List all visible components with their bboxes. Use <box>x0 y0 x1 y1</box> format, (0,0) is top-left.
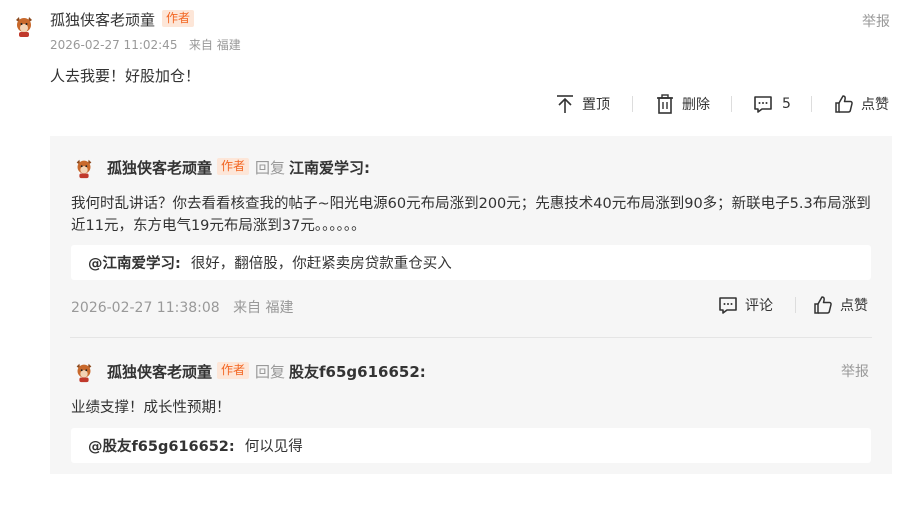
reply-target[interactable]: 股友f65g616652: <box>289 361 426 382</box>
quoted-text: 很好，翻倍股，你赶紧卖房贷款重仓买入 <box>190 256 452 272</box>
reply-like-label: 点赞 <box>840 298 868 314</box>
avatar-icon <box>72 156 96 180</box>
avatar[interactable] <box>72 156 96 180</box>
reply-username[interactable]: 孤独侠客老顽童 <box>107 157 212 178</box>
reply-like-button[interactable]: 点赞 <box>813 295 868 315</box>
like-label: 点赞 <box>861 97 889 113</box>
post-location: 来自 福建 <box>188 38 241 52</box>
divider <box>632 96 633 112</box>
reply-timestamp: 2026-02-27 11:38:08 来自 福建 <box>71 300 294 316</box>
comment-icon <box>754 96 772 113</box>
like-button[interactable]: 点赞 <box>834 94 889 114</box>
comment-count: 5 <box>782 96 791 112</box>
pin-to-top-icon <box>557 95 573 113</box>
quoted-comment: @江南爱学习: 很好，翻倍股，你赶紧卖房贷款重仓买入 <box>71 245 871 280</box>
reply-verb: 回复 <box>255 363 286 381</box>
reply-text: 业绩支撑！成长性预期！ <box>71 400 231 416</box>
thumbs-up-icon <box>814 296 832 314</box>
reply-username[interactable]: 孤独侠客老顽童 <box>107 361 212 382</box>
reply-location: 来自 福建 <box>233 300 294 316</box>
avatar[interactable] <box>11 13 37 39</box>
reply-comment-button[interactable]: 评论 <box>718 295 773 315</box>
post-content: 人去我要！好股加仓！ <box>50 67 201 85</box>
divider <box>795 297 796 313</box>
post-username[interactable]: 孤独侠客老顽童 <box>50 9 155 30</box>
quoted-text: 何以见得 <box>244 439 303 455</box>
author-badge: 作者 <box>162 10 195 27</box>
avatar[interactable] <box>72 360 96 384</box>
report-button[interactable]: 举报 <box>862 11 890 31</box>
author-badge: 作者 <box>217 362 250 379</box>
pin-button[interactable]: 置顶 <box>555 94 610 114</box>
avatar-icon <box>72 360 96 384</box>
delete-button[interactable]: 删除 <box>655 94 710 114</box>
reply-verb: 回复 <box>255 159 286 177</box>
delete-label: 删除 <box>682 97 710 113</box>
trash-icon <box>657 94 673 114</box>
reply-report-button[interactable]: 举报 <box>841 361 869 381</box>
reply-text: 我何时乱讲话？你去看看核查我的帖子~阳光电源60元布局涨到200元；先惠技术40… <box>71 196 871 234</box>
thumbs-up-icon <box>835 95 853 113</box>
divider <box>731 96 732 112</box>
comment-button[interactable]: 5 <box>753 94 791 114</box>
divider <box>811 96 812 112</box>
reply-target[interactable]: 江南爱学习: <box>289 157 370 178</box>
author-badge: 作者 <box>217 158 250 175</box>
quoted-username[interactable]: @江南爱学习: <box>88 252 181 273</box>
reply-comment-label: 评论 <box>745 298 773 314</box>
avatar-icon <box>11 13 37 39</box>
quoted-comment: @股友f65g616652: 何以见得 <box>71 428 871 463</box>
quoted-username[interactable]: @股友f65g616652: <box>88 435 235 456</box>
pin-label: 置顶 <box>582 97 610 113</box>
reply-divider <box>70 337 872 338</box>
post-timestamp: 2026-02-27 11:02:45 来自 福建 <box>50 38 241 52</box>
comment-icon <box>719 297 737 314</box>
